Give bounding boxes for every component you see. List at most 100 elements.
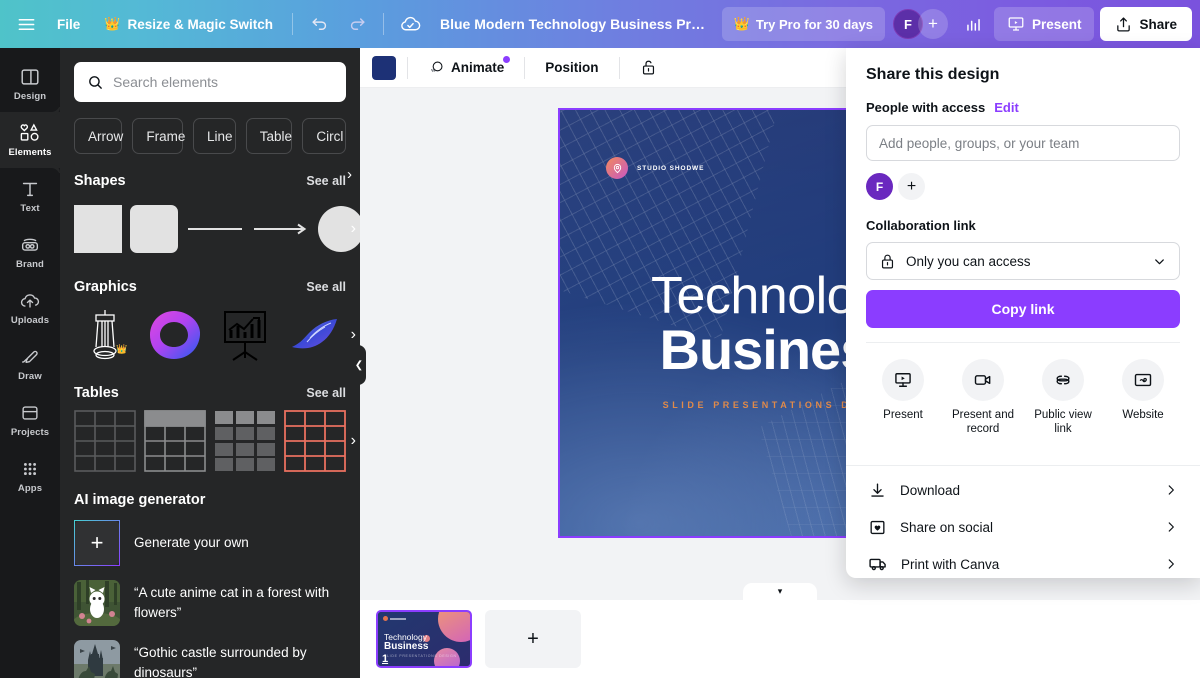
present-button[interactable]: Present <box>993 7 1095 41</box>
sidebar-item-draw[interactable]: Draw <box>0 336 60 392</box>
shape-arrow[interactable] <box>252 198 310 260</box>
table-header-row[interactable] <box>144 410 206 472</box>
search-icon <box>89 75 102 89</box>
color-swatch-button[interactable] <box>372 55 396 80</box>
toggle-pages-panel-button[interactable]: ▾ <box>743 583 817 600</box>
graphics-see-all[interactable]: See all <box>306 280 346 294</box>
section-title: Tables <box>74 385 119 401</box>
bar-chart-icon[interactable] <box>956 6 992 42</box>
top-bar: File 👑 Resize & Magic Switch Blue Modern… <box>0 0 1200 48</box>
search-input[interactable]: Search elements <box>74 62 346 102</box>
chevron-right-icon <box>1168 522 1174 532</box>
document-title[interactable]: Blue Modern Technology Business Presenta… <box>430 16 720 32</box>
pages-strip: Technology Business SLIDE PRESENTATIONS … <box>360 600 1200 678</box>
tables-row: › <box>74 410 356 472</box>
access-level-select[interactable]: Only you can access <box>866 242 1180 280</box>
sidebar-item-uploads[interactable]: Uploads <box>0 280 60 336</box>
file-menu-button[interactable]: File <box>46 6 91 42</box>
try-pro-button[interactable]: 👑 Try Pro for 30 days <box>721 7 885 41</box>
collaboration-link-label: Collaboration link <box>866 218 976 233</box>
chip-line[interactable]: Line <box>192 118 236 154</box>
shape-rounded-square[interactable] <box>130 198 178 260</box>
page-thumbnail-1[interactable]: Technology Business SLIDE PRESENTATIONS … <box>376 610 472 668</box>
ai-prompt-row[interactable]: “Gothic castle surrounded by dinosaurs” <box>74 640 346 678</box>
menu-item-share-on-social[interactable]: Share on social <box>858 509 1188 546</box>
graphic-chart-easel[interactable] <box>214 304 276 366</box>
position-button[interactable]: Position <box>536 53 607 83</box>
share-panel: Share this design People with access Edi… <box>846 48 1200 578</box>
sidebar-item-label: Apps <box>17 483 43 494</box>
tables-section-header: Tables See all <box>74 385 346 401</box>
present-label: Present <box>1031 16 1082 32</box>
sidebar-item-label: Design <box>13 91 47 102</box>
shape-line[interactable] <box>186 198 244 260</box>
chip-arrow[interactable]: Arrow <box>74 118 123 154</box>
sidebar-item-label: Projects <box>10 427 50 438</box>
shapes-see-all[interactable]: See all <box>306 174 346 188</box>
file-menu-label: File <box>57 16 81 32</box>
add-collaborator-button[interactable]: + <box>917 9 948 39</box>
divider <box>524 56 526 79</box>
graphic-blue-wing[interactable] <box>284 304 346 366</box>
table-plain[interactable] <box>74 410 136 472</box>
graphics-next-icon[interactable]: › <box>351 326 356 344</box>
resize-magic-switch-button[interactable]: 👑 Resize & Magic Switch <box>93 6 284 42</box>
people-with-access-label: People with access <box>866 100 986 115</box>
add-page-button[interactable]: + <box>485 610 581 668</box>
shape-square[interactable] <box>74 198 122 260</box>
graphic-lantern[interactable]: 👑 <box>74 304 136 366</box>
redo-icon[interactable] <box>339 6 375 42</box>
sidebar-item-text[interactable]: Text <box>0 168 60 224</box>
menu-item-print-with-canva[interactable]: Print with Canva <box>858 546 1188 578</box>
undo-icon[interactable] <box>301 6 337 42</box>
action-present-and-record[interactable]: Present and record <box>946 359 1020 437</box>
generate-your-own-label: Generate your own <box>134 535 249 551</box>
heart-box-icon <box>870 520 885 534</box>
sidebar-item-apps[interactable]: Apps <box>0 448 60 504</box>
try-pro-label: Try Pro for 30 days <box>755 16 873 32</box>
tables-next-icon[interactable]: › <box>351 432 356 450</box>
edit-access-link[interactable]: Edit <box>994 100 1019 115</box>
menu-item-download[interactable]: Download <box>858 472 1188 509</box>
sidebar-item-projects[interactable]: Projects <box>0 392 60 448</box>
avatar[interactable]: F <box>866 173 893 200</box>
divider <box>407 56 408 79</box>
generate-your-own-row[interactable]: + Generate your own <box>74 520 346 566</box>
add-people-input[interactable]: Add people, groups, or your team <box>866 125 1180 161</box>
action-website[interactable]: Website <box>1106 359 1180 437</box>
shapes-next-icon[interactable]: › <box>351 220 356 238</box>
divider <box>618 56 620 79</box>
graphic-gradient-blob[interactable] <box>144 304 206 366</box>
chip-circle[interactable]: Circl <box>302 118 346 154</box>
collapse-panel-button[interactable]: ❮ <box>352 345 366 385</box>
ai-image-generator-title: AI image generator <box>74 492 206 508</box>
lock-open-icon[interactable] <box>631 53 666 83</box>
action-present[interactable]: Present <box>866 359 940 437</box>
action-label: Present and record <box>951 409 1014 436</box>
ai-prompt-row[interactable]: “A cute anime cat in a forest with flowe… <box>74 580 346 626</box>
present-screen-icon <box>882 359 924 401</box>
add-person-button[interactable]: + <box>898 173 925 200</box>
add-people-placeholder: Add people, groups, or your team <box>879 135 1080 151</box>
chevron-right-icon <box>1168 559 1174 569</box>
hamburger-menu-icon[interactable] <box>8 6 44 42</box>
cloud-saved-icon[interactable] <box>392 6 428 42</box>
tables-see-all[interactable]: See all <box>306 386 346 400</box>
ai-prompt-label: “Gothic castle surrounded by dinosaurs” <box>134 645 307 678</box>
crown-icon: 👑 <box>733 16 750 31</box>
thumb-logo <box>383 616 406 621</box>
sidebar-item-elements[interactable]: Elements <box>0 103 60 177</box>
table-red-outline[interactable] <box>284 410 346 472</box>
divider <box>383 13 384 35</box>
copy-link-button[interactable]: Copy link <box>866 290 1180 328</box>
sidebar-item-brand[interactable]: Brand <box>0 224 60 280</box>
chips-next-icon[interactable]: › <box>347 166 352 183</box>
chip-table[interactable]: Table <box>245 118 293 154</box>
chip-frame[interactable]: Frame <box>132 118 185 154</box>
table-cells[interactable] <box>214 410 276 472</box>
canva-editor: File 👑 Resize & Magic Switch Blue Modern… <box>0 0 1200 678</box>
download-icon <box>871 483 884 497</box>
action-public-view-link[interactable]: Public view link <box>1026 359 1100 437</box>
share-button[interactable]: Share <box>1100 7 1192 41</box>
animate-button[interactable]: Animate <box>419 53 513 83</box>
